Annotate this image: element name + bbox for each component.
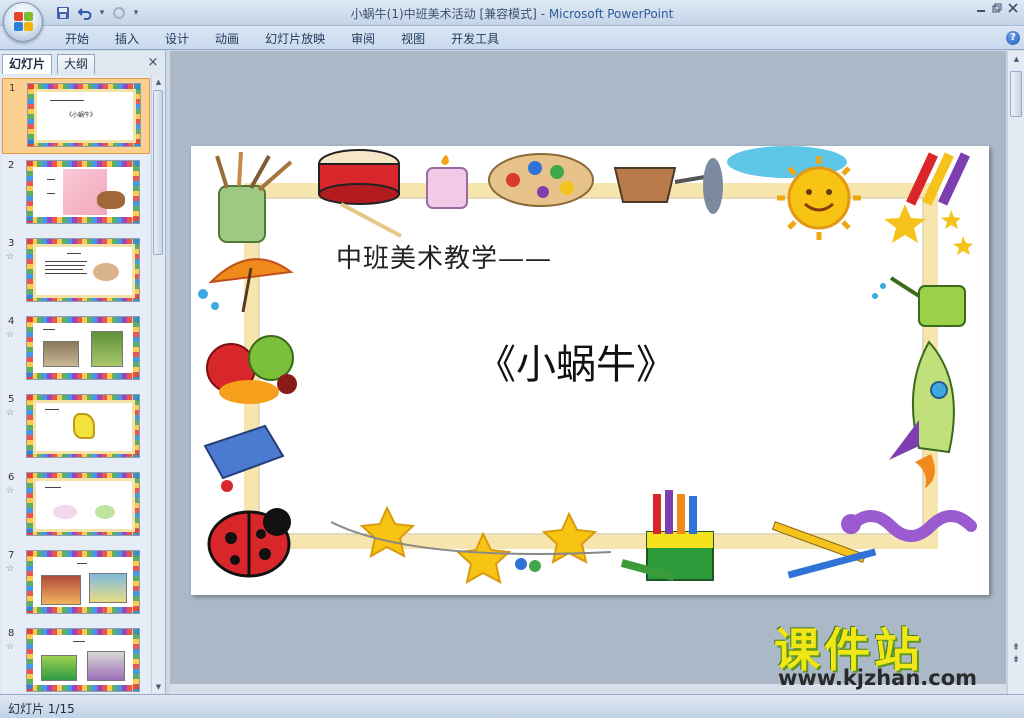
- ribbon: 开始 插入 设计 动画 幻灯片放映 审阅 视图 开发工具 ?: [0, 26, 1024, 50]
- slide-thumbnail-5[interactable]: 5 ☆: [2, 390, 150, 466]
- customize-toolbar-icon[interactable]: ▾: [132, 4, 140, 22]
- scroll-thumb[interactable]: [153, 90, 163, 255]
- ladybug-icon: [207, 508, 291, 578]
- animation-star-icon: ☆: [6, 252, 15, 262]
- watermark-url: www.kjzhan.com: [778, 666, 978, 690]
- slide-number: 7: [8, 550, 15, 561]
- pencils-icon: [771, 521, 877, 579]
- slide-preview: [26, 160, 140, 224]
- animation-star-icon: ☆: [6, 330, 15, 340]
- slide-number: 6: [8, 472, 15, 483]
- office-button[interactable]: [3, 2, 43, 42]
- animation-star-icon: ☆: [6, 564, 15, 574]
- previous-slide-icon[interactable]: ⇞: [1009, 642, 1023, 654]
- thumb-title: 《小蜗牛》: [66, 112, 97, 119]
- slide-nav-buttons: ⇞ ⇟: [1009, 642, 1023, 666]
- tab-view[interactable]: 视图: [388, 30, 438, 48]
- slide-scrollbar[interactable]: ▲: [1007, 51, 1024, 694]
- fruits-icon: [206, 335, 297, 404]
- close-icon: [1008, 3, 1018, 13]
- restore-button[interactable]: [990, 3, 1004, 17]
- tab-design[interactable]: 设计: [152, 30, 202, 48]
- slide-preview: [26, 472, 140, 536]
- slide-number: 3: [8, 238, 15, 249]
- tab-review[interactable]: 审阅: [338, 30, 388, 48]
- office-logo-icon: [14, 12, 34, 32]
- slide-count-status: 幻灯片 1/15: [8, 702, 75, 716]
- rocket-icon: [889, 340, 955, 488]
- slide-preview: [26, 628, 140, 692]
- slide-number: 8: [8, 628, 15, 639]
- drum-icon: [318, 149, 402, 238]
- watering-can-icon: [872, 276, 966, 327]
- slide-preview: [26, 550, 140, 614]
- trowel-icon: [613, 158, 723, 214]
- slide-preview: [26, 238, 140, 302]
- slide-subtitle-text[interactable]: 中班美术教学——: [336, 238, 552, 275]
- slide-preview: 《小蜗牛》: [27, 83, 141, 147]
- slide-number: 1: [9, 83, 16, 94]
- scroll-down-icon[interactable]: ▼: [152, 681, 165, 693]
- star-garland-icon: [359, 505, 598, 584]
- slide-number: 2: [8, 160, 15, 171]
- title-bar: ▾ ▾ 小蜗牛(1)中班美术活动 [兼容模式] - Microsoft Powe…: [0, 0, 1024, 26]
- current-slide[interactable]: 中班美术教学—— 《小蜗牛》: [191, 146, 989, 595]
- undo-dropdown-icon[interactable]: ▾: [98, 4, 106, 22]
- slide-thumbnail-1[interactable]: 1 《小蜗牛》: [2, 78, 150, 154]
- candle-icon: [426, 155, 468, 209]
- quick-access-toolbar: ▾ ▾: [50, 4, 140, 22]
- pane-tabs: 幻灯片 大纲 ×: [2, 54, 164, 74]
- slide-title-text[interactable]: 《小蜗牛》: [476, 332, 676, 390]
- save-icon: [57, 7, 69, 19]
- help-button[interactable]: ?: [1006, 31, 1020, 45]
- slide-number: 4: [8, 316, 15, 327]
- slide-number: 5: [8, 394, 15, 405]
- status-bar: 幻灯片 1/15: [0, 694, 1024, 718]
- minimize-button[interactable]: [974, 3, 988, 17]
- tab-slideshow[interactable]: 幻灯片放映: [252, 30, 338, 48]
- slide-thumbnail-8[interactable]: 8 ☆: [2, 624, 150, 693]
- scroll-up-icon[interactable]: ▲: [152, 76, 165, 88]
- slide-editor: 中班美术教学—— 《小蜗牛》: [170, 51, 1006, 694]
- tab-home[interactable]: 开始: [52, 30, 102, 48]
- tab-outline[interactable]: 大纲: [57, 54, 96, 74]
- tab-developer[interactable]: 开发工具: [438, 30, 512, 48]
- tab-animations[interactable]: 动画: [202, 30, 252, 48]
- window-controls: [974, 3, 1020, 17]
- slide-thumbnail-2[interactable]: 2: [2, 156, 150, 232]
- close-pane-button[interactable]: ×: [146, 56, 160, 70]
- save-button[interactable]: [54, 4, 72, 22]
- worm-icon: [841, 510, 977, 542]
- next-slide-icon[interactable]: ⇟: [1009, 654, 1023, 666]
- slide-thumbnail-3[interactable]: 3 ☆: [2, 234, 150, 310]
- slide-thumbnail-7[interactable]: 7 ☆: [2, 546, 150, 622]
- animation-star-icon: ☆: [6, 486, 15, 496]
- slide-thumbnail-6[interactable]: 6 ☆: [2, 468, 150, 544]
- slide-thumbnails: 1 《小蜗牛》 2 3 ☆ 4 ☆ 5 ☆ 6 ☆ 7 ☆ 8 ☆: [2, 76, 150, 693]
- tab-insert[interactable]: 插入: [102, 30, 152, 48]
- scroll-thumb[interactable]: [1010, 71, 1022, 117]
- slides-pane: 幻灯片 大纲 × 1 《小蜗牛》 2 3 ☆ 4 ☆ 5 ☆ 6 ☆ 7 ☆ 8…: [0, 51, 166, 694]
- slide-preview: [26, 316, 140, 380]
- tab-slides[interactable]: 幻灯片: [2, 54, 53, 74]
- redo-icon: [113, 7, 125, 19]
- redo-button[interactable]: [110, 4, 128, 22]
- ribbon-tabs: 开始 插入 设计 动画 幻灯片放映 审阅 视图 开发工具: [52, 30, 512, 48]
- undo-icon: [78, 8, 92, 20]
- animation-star-icon: ☆: [6, 642, 15, 652]
- scroll-up-icon[interactable]: ▲: [1008, 53, 1024, 65]
- slide-thumbnail-4[interactable]: 4 ☆: [2, 312, 150, 388]
- animation-star-icon: ☆: [6, 408, 15, 418]
- minimize-icon: [977, 10, 985, 12]
- slide-preview: [26, 394, 140, 458]
- undo-button[interactable]: [76, 4, 94, 22]
- restore-icon: [992, 3, 1002, 13]
- thumbnails-scrollbar[interactable]: ▲ ▼: [151, 76, 164, 693]
- close-window-button[interactable]: [1006, 3, 1020, 17]
- palette-icon: [488, 153, 594, 207]
- window-title: 小蜗牛(1)中班美术活动 [兼容模式] - Microsoft PowerPoi…: [350, 7, 674, 21]
